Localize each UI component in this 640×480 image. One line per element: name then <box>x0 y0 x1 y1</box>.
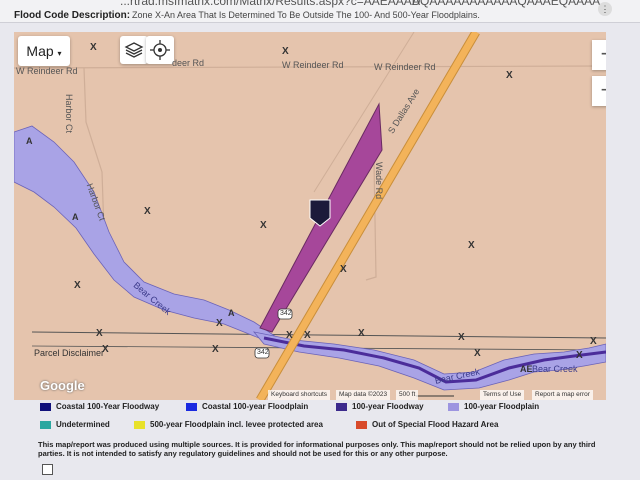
zone-x-mark: X <box>506 70 513 81</box>
zone-x-mark: X <box>90 42 97 53</box>
browser-top-strip: ...rtrad.msfmatrix.com/Matrix/Results.as… <box>0 0 640 23</box>
locate-button[interactable] <box>146 36 174 64</box>
road-label-reindeer-mid2: W Reindeer Rd <box>282 60 344 70</box>
zone-a-mark: A <box>228 308 235 318</box>
zone-x-mark: X <box>340 264 347 275</box>
caret-down-icon: ▾ <box>57 49 62 58</box>
zone-a-mark: A <box>26 136 33 146</box>
legend-swatch <box>448 402 459 411</box>
crosshair-icon <box>150 40 170 60</box>
legend-label: 100-year Floodplain <box>464 402 540 411</box>
road-label-reindeer-mid1: deer Rd <box>172 58 205 68</box>
legend-swatch <box>356 420 367 429</box>
legend-item: 100-year Floodway <box>336 402 424 411</box>
legend-label: Coastal 100-Year Floodway <box>56 402 160 411</box>
legend-item: 100-year Floodplain <box>448 402 539 411</box>
legend-label: 500-year Floodplain incl. levee protecte… <box>150 420 323 429</box>
zone-x-mark: X <box>216 318 223 329</box>
google-logo: Google <box>40 378 85 393</box>
zoom-in-button[interactable]: + <box>592 40 606 70</box>
legend-item: Out of Special Flood Hazard Area <box>356 420 498 429</box>
address-bar-url-tail: AQAAAAAAAAAAAQAAAEQAAAA... <box>412 0 611 8</box>
road-label-harbor-ct-1: Harbor Ct <box>64 94 74 134</box>
zone-x-mark: X <box>468 240 475 251</box>
route-342-label-1: 342 <box>280 310 292 317</box>
map-type-label: Map <box>26 43 54 59</box>
layers-icon <box>124 42 144 58</box>
zone-ae-mark: AE <box>520 364 533 374</box>
parcel-disclaimer-link[interactable]: Parcel Disclaimer <box>34 348 104 358</box>
map-disclaimer: This map/report was produced using multi… <box>38 440 596 458</box>
legend-swatch <box>40 420 51 429</box>
report-map-error-link[interactable]: Report a map error <box>532 390 593 400</box>
road-label-reindeer-left: W Reindeer Rd <box>16 66 78 76</box>
legend-item: Coastal 100-year Floodplain <box>186 402 308 411</box>
scale-label[interactable]: 500 ft <box>396 390 419 400</box>
zone-x-mark: X <box>304 330 311 341</box>
legend-swatch <box>186 402 197 411</box>
legend-swatch <box>134 420 145 429</box>
terms-of-use-link[interactable]: Terms of Use <box>480 390 525 400</box>
zone-x-mark: X <box>458 332 465 343</box>
legend-label: Out of Special Flood Hazard Area <box>372 420 499 429</box>
zone-x-mark: X <box>102 344 109 355</box>
browser-menu-icon[interactable]: ⋮ <box>598 2 612 16</box>
road-label-reindeer-right: W Reindeer Rd <box>374 62 436 72</box>
road-label-bear-creek-3: Bear Creek <box>532 364 578 374</box>
route-342-label-2: 342 <box>257 349 269 356</box>
legend-item: 500-year Floodplain incl. levee protecte… <box>134 420 323 429</box>
map-data-attribution[interactable]: Map data ©2023 <box>336 390 391 400</box>
legend-item: Undetermined <box>40 420 110 429</box>
flood-map[interactable]: 342 342 Map ▾ + − W Reindeer Rd deer Rd … <box>14 32 606 400</box>
road-label-wade-rd: Wade Rd <box>374 162 384 200</box>
layers-button[interactable] <box>120 36 148 64</box>
disclaimer-checkbox[interactable] <box>42 464 53 475</box>
zone-x-mark: X <box>144 206 151 217</box>
zone-x-mark: X <box>212 344 219 355</box>
zone-x-mark: X <box>576 350 583 361</box>
zoom-out-button[interactable]: − <box>592 76 606 106</box>
legend-item: Coastal 100-Year Floodway <box>40 402 159 411</box>
legend-label: Coastal 100-year Floodplain <box>202 402 309 411</box>
legend-swatch <box>40 402 51 411</box>
zone-x-mark: X <box>590 336 597 347</box>
zone-a-mark: A <box>72 212 79 222</box>
zone-x-mark: X <box>474 348 481 359</box>
zone-x-mark: X <box>286 330 293 341</box>
zone-x-mark: X <box>260 220 267 231</box>
zone-x-mark: X <box>282 46 289 57</box>
legend-swatch <box>336 402 347 411</box>
zone-x-mark: X <box>74 280 81 291</box>
keyboard-shortcuts-link[interactable]: Keyboard shortcuts <box>268 390 331 400</box>
legend-label: Undetermined <box>56 420 110 429</box>
zone-x-mark: X <box>358 328 365 339</box>
flood-code-heading: Flood Code Description: <box>14 10 131 21</box>
legend-label: 100-year Floodway <box>352 402 424 411</box>
address-bar-url[interactable]: ...rtrad.msfmatrix.com/Matrix/Results.as… <box>120 0 420 8</box>
flood-code-text: Zone X-An Area That Is Determined To Be … <box>132 10 480 20</box>
zone-x-mark: X <box>96 328 103 339</box>
map-type-button[interactable]: Map ▾ <box>18 36 70 66</box>
